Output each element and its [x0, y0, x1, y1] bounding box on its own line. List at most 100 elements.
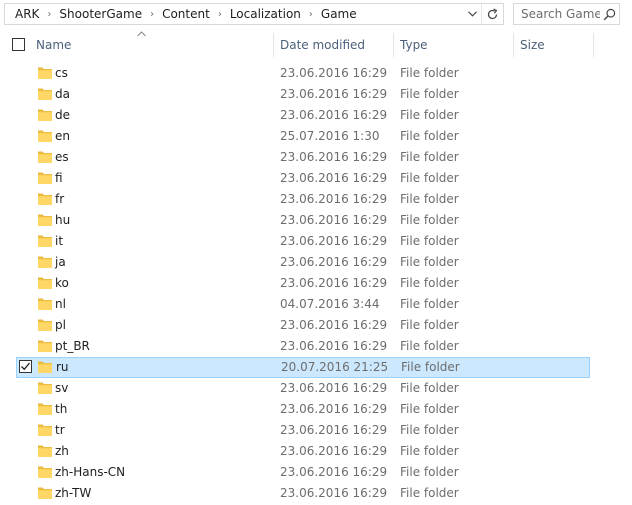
file-date-modified: 23.06.2016 16:29	[280, 150, 388, 164]
file-row[interactable]: de 23.06.2016 16:29 File folder	[16, 105, 590, 126]
file-name: pt_BR	[55, 339, 90, 353]
file-name: es	[55, 150, 69, 164]
file-date-modified: 23.06.2016 16:29	[280, 486, 388, 500]
file-name: da	[55, 87, 70, 101]
file-type: File folder	[400, 486, 459, 500]
breadcrumb-item[interactable]: Game	[319, 7, 359, 21]
folder-icon	[37, 423, 53, 437]
check-icon	[21, 362, 31, 371]
file-name: th	[55, 402, 68, 416]
folder-icon	[37, 381, 53, 395]
file-name: zh	[55, 444, 69, 458]
column-header-bar: Name Date modified Type Size	[0, 31, 632, 59]
folder-icon	[37, 234, 53, 248]
file-row[interactable]: hu 23.06.2016 16:29 File folder	[16, 210, 590, 231]
file-row[interactable]: fi 23.06.2016 16:29 File folder	[16, 168, 590, 189]
file-row[interactable]: zh-Hans-CN 23.06.2016 16:29 File folder	[16, 462, 590, 483]
file-row[interactable]: zh-TW 23.06.2016 16:29 File folder	[16, 483, 590, 504]
search-icon[interactable]	[600, 4, 618, 24]
file-date-modified: 23.06.2016 16:29	[280, 402, 388, 416]
file-name: cs	[55, 66, 68, 80]
file-type: File folder	[400, 171, 459, 185]
breadcrumb-item[interactable]: ShooterGame	[57, 7, 144, 21]
file-type: File folder	[400, 87, 459, 101]
column-divider[interactable]	[593, 33, 594, 57]
folder-icon	[37, 360, 53, 374]
file-name: hu	[55, 213, 71, 227]
file-type: File folder	[400, 423, 459, 437]
file-date-modified: 23.06.2016 16:29	[280, 465, 388, 479]
file-date-modified: 23.06.2016 16:29	[280, 87, 388, 101]
file-date-modified: 20.07.2016 21:25	[281, 360, 389, 374]
file-row[interactable]: pt_BR 23.06.2016 16:29 File folder	[16, 336, 590, 357]
file-row[interactable]: sv 23.06.2016 16:29 File folder	[16, 378, 590, 399]
row-checkbox[interactable]	[19, 360, 32, 373]
file-row[interactable]: da 23.06.2016 16:29 File folder	[16, 84, 590, 105]
breadcrumb-item[interactable]: Localization	[228, 7, 303, 21]
search-box[interactable]	[513, 3, 620, 25]
folder-icon	[37, 213, 53, 227]
folder-icon	[37, 66, 53, 80]
folder-icon	[37, 318, 53, 332]
folder-icon	[37, 255, 53, 269]
column-header-name[interactable]: Name	[30, 31, 272, 59]
breadcrumb-separator-icon[interactable]: ›	[212, 9, 228, 20]
folder-icon	[37, 444, 53, 458]
file-name: zh-Hans-CN	[55, 465, 126, 479]
file-row[interactable]: pl 23.06.2016 16:29 File folder	[16, 315, 590, 336]
file-type: File folder	[400, 150, 459, 164]
file-date-modified: 23.06.2016 16:29	[280, 423, 388, 437]
file-date-modified: 23.06.2016 16:29	[280, 66, 388, 80]
file-date-modified: 25.07.2016 1:30	[280, 129, 380, 143]
file-type: File folder	[400, 318, 459, 332]
search-input[interactable]	[514, 7, 600, 21]
file-date-modified: 23.06.2016 16:29	[280, 381, 388, 395]
file-type: File folder	[401, 360, 460, 374]
file-name: ja	[55, 255, 66, 269]
file-name: ru	[56, 360, 69, 374]
folder-icon	[37, 276, 53, 290]
folder-icon	[37, 297, 53, 311]
file-name: en	[55, 129, 70, 143]
file-type: File folder	[400, 381, 459, 395]
address-bar[interactable]: ARK › ShooterGame › Content › Localizati…	[4, 3, 504, 25]
file-row[interactable]: fr 23.06.2016 16:29 File folder	[16, 189, 590, 210]
file-row[interactable]: en 25.07.2016 1:30 File folder	[16, 126, 590, 147]
file-date-modified: 23.06.2016 16:29	[280, 276, 388, 290]
refresh-icon[interactable]	[481, 4, 503, 24]
breadcrumb-separator-icon[interactable]: ›	[144, 9, 160, 20]
folder-icon	[37, 150, 53, 164]
column-header-date-modified[interactable]: Date modified	[274, 31, 392, 59]
file-type: File folder	[400, 66, 459, 80]
file-name: it	[55, 234, 64, 248]
file-row[interactable]: tr 23.06.2016 16:29 File folder	[16, 420, 590, 441]
file-row[interactable]: it 23.06.2016 16:29 File folder	[16, 231, 590, 252]
column-header-size[interactable]: Size	[514, 31, 592, 59]
breadcrumb-item[interactable]: ARK	[13, 7, 41, 21]
file-row[interactable]: ja 23.06.2016 16:29 File folder	[16, 252, 590, 273]
file-type: File folder	[400, 255, 459, 269]
file-name: ko	[55, 276, 69, 290]
breadcrumb-item[interactable]: Content	[160, 7, 212, 21]
breadcrumb: ARK › ShooterGame › Content › Localizati…	[5, 4, 463, 24]
file-type: File folder	[400, 234, 459, 248]
file-row[interactable]: ru 20.07.2016 21:25 File folder	[16, 357, 590, 378]
file-name: fr	[55, 192, 65, 206]
folder-icon	[37, 402, 53, 416]
breadcrumb-separator-icon[interactable]: ›	[303, 9, 319, 20]
file-row[interactable]: es 23.06.2016 16:29 File folder	[16, 147, 590, 168]
file-row[interactable]: nl 04.07.2016 3:44 File folder	[16, 294, 590, 315]
breadcrumb-separator-icon[interactable]: ›	[41, 9, 57, 20]
file-row[interactable]: th 23.06.2016 16:29 File folder	[16, 399, 590, 420]
folder-icon	[37, 171, 53, 185]
file-type: File folder	[400, 192, 459, 206]
file-type: File folder	[400, 465, 459, 479]
select-all-checkbox[interactable]	[12, 38, 25, 51]
file-type: File folder	[400, 339, 459, 353]
file-row[interactable]: ko 23.06.2016 16:29 File folder	[16, 273, 590, 294]
chevron-down-icon[interactable]	[463, 4, 481, 24]
column-header-type[interactable]: Type	[394, 31, 512, 59]
file-row[interactable]: zh 23.06.2016 16:29 File folder	[16, 441, 590, 462]
file-name: tr	[55, 423, 65, 437]
file-row[interactable]: cs 23.06.2016 16:29 File folder	[16, 63, 590, 84]
